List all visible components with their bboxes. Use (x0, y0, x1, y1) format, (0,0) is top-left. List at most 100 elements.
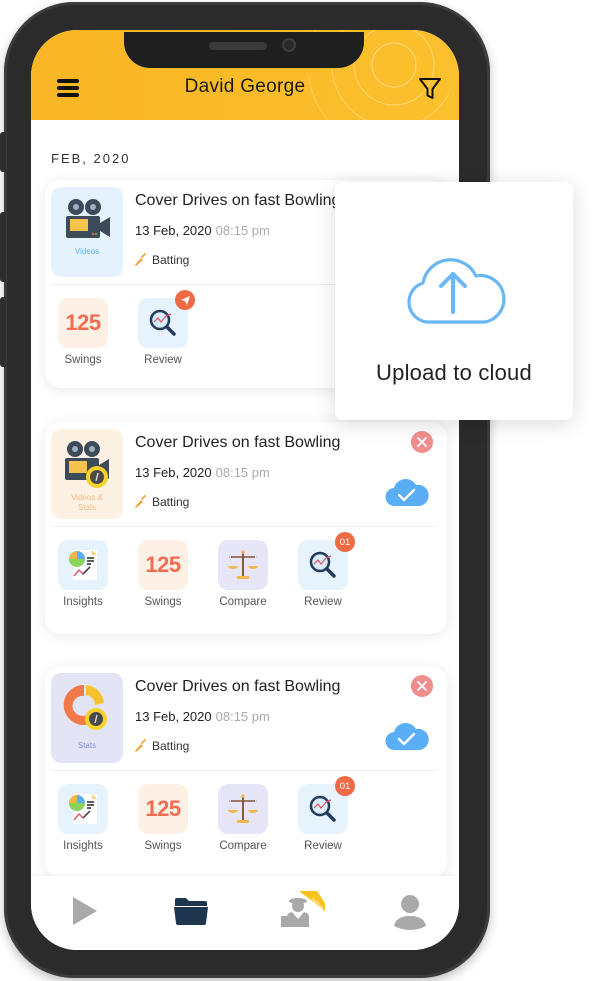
session-tag: Batting (133, 739, 189, 753)
review-magnifier-icon (309, 551, 336, 578)
cricket-bat-icon (135, 739, 146, 752)
app-screen: David George FEB, 2020 Videos Cover Driv… (31, 30, 459, 950)
session-actions: 125 Swings Review (57, 290, 195, 366)
swings-tile: 125 (138, 784, 188, 834)
action-compare[interactable]: Compare (217, 784, 269, 852)
action-review[interactable]: Review (137, 290, 195, 366)
swings-tile: 125 (138, 540, 188, 590)
swings-count: 125 (65, 310, 101, 335)
action-label: Review (304, 840, 342, 852)
cricket-bat-icon (135, 253, 146, 266)
session-tag: Batting (133, 253, 189, 267)
phone-side-button (0, 132, 6, 172)
cloud-upload-icon (407, 258, 506, 324)
thumbnail-label: Videos (74, 247, 100, 256)
action-label: Insights (63, 596, 103, 608)
play-icon (73, 897, 97, 925)
action-label: Swings (64, 354, 102, 366)
session-title: Cover Drives on fast Bowling (135, 434, 341, 451)
phone-notch (124, 32, 364, 68)
session-card[interactable]: Videos & Stats Cover Drives on fast Bowl… (45, 422, 447, 634)
nav-coach[interactable]: NEW (279, 890, 325, 932)
action-swings[interactable]: 125 Swings (137, 540, 189, 608)
review-magnifier-icon (149, 309, 176, 336)
paper-plane-icon (180, 295, 190, 305)
session-tag: Batting (133, 495, 189, 509)
action-insights[interactable]: Insights (57, 540, 109, 608)
review-magnifier-icon (309, 795, 336, 822)
insights-report-icon (69, 794, 97, 824)
thumbnail-label: Stats (77, 741, 97, 750)
tag-label: Batting (152, 739, 190, 753)
action-swings[interactable]: 125 Swings (57, 298, 109, 366)
action-review[interactable]: 01 Review (297, 532, 355, 608)
session-thumbnail: Stats (51, 673, 123, 763)
session-actions: Insights 125 Swings Compare 01 Review (57, 776, 355, 852)
cricket-bat-icon (135, 495, 146, 508)
session-time: 08:15 pm (215, 465, 270, 480)
close-icon (417, 437, 427, 447)
month-section-label: FEB, 2020 (51, 151, 131, 166)
cloud-uploaded-icon[interactable] (385, 478, 429, 508)
session-title: Cover Drives on fast Bowling (135, 192, 341, 209)
swings-count: 125 (145, 552, 181, 577)
balance-scale-icon (228, 794, 258, 823)
nav-play[interactable] (61, 890, 107, 932)
filter-funnel-icon[interactable] (417, 74, 443, 102)
session-thumbnail: Videos & Stats (51, 429, 123, 519)
user-icon (394, 895, 426, 930)
delete-session-button[interactable] (411, 675, 433, 697)
card-divider (51, 526, 437, 527)
compare-tile (218, 540, 268, 590)
delete-session-button[interactable] (411, 431, 433, 453)
speaker-grille (209, 42, 267, 50)
upload-to-cloud-popup[interactable]: Upload to cloud (335, 182, 573, 420)
review-count-badge: 01 (335, 532, 355, 552)
share-badge (175, 290, 195, 310)
action-label: Compare (219, 840, 267, 852)
session-time: 08:15 pm (215, 223, 270, 238)
compare-tile (218, 784, 268, 834)
session-card[interactable]: Stats Cover Drives on fast Bowling 13 Fe… (45, 666, 447, 878)
session-datetime: 13 Feb, 2020 08:15 pm (135, 223, 270, 238)
action-review[interactable]: 01 Review (297, 776, 355, 852)
coach-icon: NEW (281, 891, 325, 927)
action-insights[interactable]: Insights (57, 784, 109, 852)
session-date: 13 Feb, 2020 (135, 223, 212, 238)
insights-tile (58, 540, 108, 590)
insights-tile (58, 784, 108, 834)
phone-volume-down-button (0, 297, 6, 367)
action-label: Insights (63, 840, 103, 852)
swings-count: 125 (145, 796, 181, 821)
action-label: Swings (144, 596, 182, 608)
nav-sessions[interactable] (168, 890, 214, 932)
thumbnail-label: Videos & Stats (71, 493, 103, 512)
folder-icon (174, 898, 208, 925)
video-camera-icon (66, 199, 110, 238)
tag-label: Batting (152, 495, 190, 509)
bottom-navigation: NEW (31, 876, 459, 950)
session-time: 08:15 pm (215, 709, 270, 724)
page-title: David George (184, 76, 306, 97)
session-thumbnail: Videos (51, 187, 123, 277)
balance-scale-icon (228, 550, 258, 579)
cloud-uploaded-icon[interactable] (385, 722, 429, 752)
action-label: Compare (219, 596, 267, 608)
front-camera (282, 38, 296, 52)
session-date: 13 Feb, 2020 (135, 709, 212, 724)
card-divider (51, 770, 437, 771)
session-datetime: 13 Feb, 2020 08:15 pm (135, 465, 270, 480)
action-label: Review (144, 354, 182, 366)
upload-label: Upload to cloud (376, 360, 532, 385)
tag-label: Batting (152, 253, 190, 267)
nav-profile[interactable] (387, 890, 433, 932)
video-camera-stats-icon (65, 441, 109, 488)
action-compare[interactable]: Compare (217, 540, 269, 608)
action-swings[interactable]: 125 Swings (137, 784, 189, 852)
action-label: Review (304, 596, 342, 608)
phone-volume-up-button (0, 212, 6, 282)
session-actions: Insights 125 Swings Compare 01 Review (57, 532, 355, 608)
donut-chart-icon (63, 684, 107, 730)
session-date: 13 Feb, 2020 (135, 465, 212, 480)
swings-tile: 125 (58, 298, 108, 348)
